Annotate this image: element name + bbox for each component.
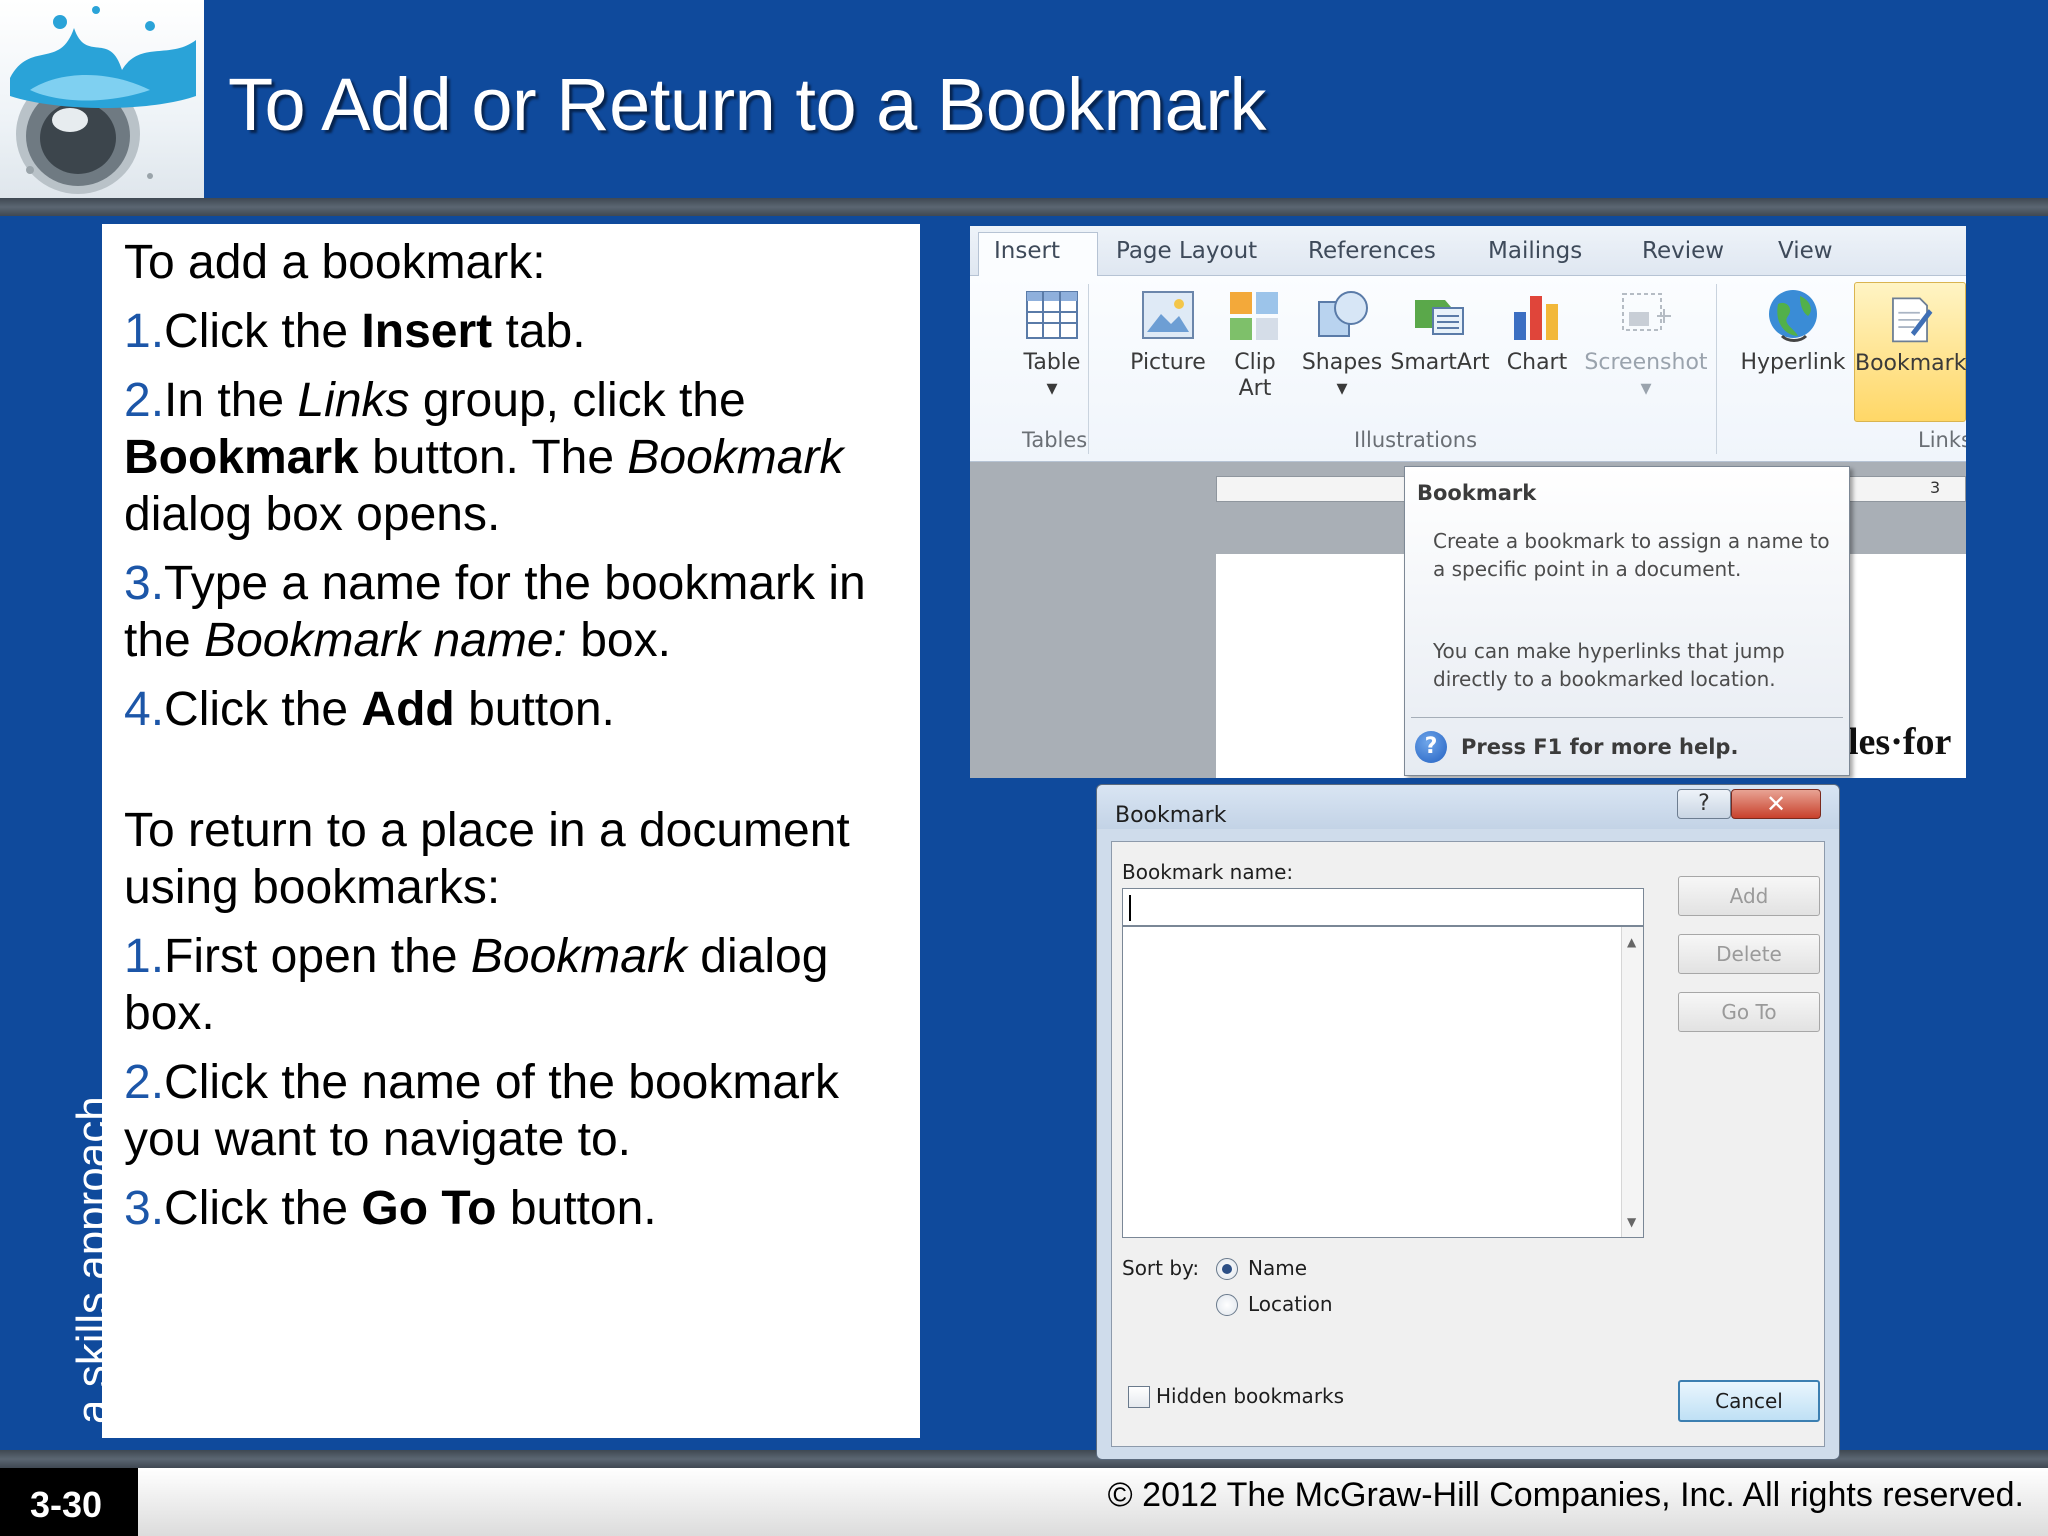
- chart-label: Chart: [1506, 350, 1568, 375]
- shapes-icon: [1318, 291, 1368, 337]
- sort-name-radio[interactable]: [1216, 1258, 1238, 1280]
- smartart-label: SmartArt: [1390, 350, 1490, 375]
- group-links: Links: [1918, 428, 1966, 452]
- bookmark-name-label: Bookmark name:: [1122, 860, 1294, 884]
- bookmark-list[interactable]: ▲ ▼: [1122, 926, 1644, 1238]
- goto-button[interactable]: Go To: [1678, 992, 1820, 1032]
- picture-icon: [1142, 291, 1194, 339]
- shapes-label: Shapes: [1301, 350, 1383, 375]
- tooltip-divider: [1411, 717, 1843, 718]
- dialog-help-button[interactable]: ?: [1677, 789, 1731, 819]
- add-heading: To add a bookmark:: [124, 236, 546, 289]
- smartart-icon: [1415, 300, 1464, 335]
- dialog-title: Bookmark: [1115, 803, 1227, 828]
- group-illustrations: Illustrations: [1354, 428, 1478, 452]
- sort-name-label[interactable]: Name: [1248, 1256, 1307, 1280]
- add-button[interactable]: Add: [1678, 876, 1820, 916]
- shapes-button[interactable]: Shapes ▾: [1300, 276, 1384, 402]
- picture-button[interactable]: Picture: [1120, 276, 1216, 376]
- return-step-1: 1.First open the Bookmark dialog box.: [124, 930, 829, 1040]
- tab-page-layout[interactable]: Page Layout: [1116, 238, 1257, 264]
- picture-label: Picture: [1130, 350, 1206, 375]
- tab-view[interactable]: View: [1778, 238, 1833, 264]
- text-caret: [1129, 895, 1131, 921]
- hidden-bookmarks-checkbox[interactable]: [1128, 1386, 1150, 1408]
- bookmark-label: Bookmark: [1855, 351, 1966, 376]
- tab-mailings[interactable]: Mailings: [1488, 238, 1582, 264]
- add-step-1: 1.Click the Insert tab.: [124, 305, 586, 358]
- bookmark-tooltip: Bookmark Create a bookmark to assign a n…: [1404, 466, 1850, 776]
- splash-icon: [10, 6, 196, 194]
- bookmark-list-scrollbar[interactable]: ▲ ▼: [1621, 927, 1643, 1237]
- clip-art-button[interactable]: Clip Art: [1220, 276, 1290, 402]
- tab-references[interactable]: References: [1308, 238, 1436, 264]
- clip-art-icon: [1230, 292, 1278, 340]
- bookmark-icon: [1892, 297, 1933, 343]
- ribbon-tab-bar: Insert Page Layout References Mailings R…: [970, 226, 1966, 278]
- help-icon: ?: [1415, 731, 1447, 763]
- return-step-2: 2.Click the name of the bookmark you wan…: [124, 1056, 840, 1166]
- add-step-2: 2.In the Links group, click the Bookmark…: [124, 374, 844, 541]
- slide-title: To Add or Return to a Bookmark: [228, 63, 1266, 146]
- title-divider: [0, 198, 2048, 216]
- tooltip-description-1: Create a bookmark to assign a name to a …: [1433, 529, 1830, 581]
- tooltip-description-2: You can make hyperlinks that jump direct…: [1433, 639, 1785, 691]
- table-icon: [1026, 291, 1078, 339]
- hyperlink-button[interactable]: Hyperlink: [1740, 276, 1846, 376]
- water-splash-logo: [0, 0, 204, 198]
- return-step-3: 3.Click the Go To button.: [124, 1182, 657, 1235]
- chart-icon: [1514, 296, 1558, 340]
- instructions-panel: To add a bookmark: 1.Click the Insert ta…: [102, 224, 920, 1438]
- scroll-down-icon[interactable]: ▼: [1627, 1215, 1636, 1229]
- ribbon-screenshot: Insert Page Layout References Mailings R…: [970, 226, 1966, 778]
- add-step-3: 3.Type a name for the bookmark in the Bo…: [124, 557, 866, 667]
- group-tables: Tables: [1022, 428, 1088, 452]
- screenshot-icon: [1622, 293, 1671, 331]
- tooltip-title: Bookmark: [1417, 481, 1537, 505]
- ruler-number: 3: [1930, 478, 1941, 497]
- bookmark-dialog: Bookmark ? ✕ Bookmark name: ▲ ▼ Add Dele…: [1096, 784, 1840, 1460]
- scroll-up-icon[interactable]: ▲: [1627, 935, 1636, 949]
- hyperlink-label: Hyperlink: [1740, 350, 1846, 375]
- bookmark-button[interactable]: Bookmark: [1854, 282, 1966, 422]
- tab-insert[interactable]: Insert: [994, 238, 1060, 264]
- dialog-close-button[interactable]: ✕: [1731, 789, 1821, 819]
- document-text: les·for: [1848, 721, 1952, 763]
- chart-button[interactable]: Chart: [1502, 276, 1572, 376]
- tooltip-help-text: Press F1 for more help.: [1461, 735, 1739, 759]
- return-heading: To return to a place in a document using…: [124, 804, 850, 914]
- copyright-notice: © 2012 The McGraw-Hill Companies, Inc. A…: [1107, 1476, 2024, 1514]
- delete-button[interactable]: Delete: [1678, 934, 1820, 974]
- clip-art-label-1: Clip: [1234, 350, 1276, 375]
- dialog-body: Bookmark name: ▲ ▼ Add Delete Go To Sort…: [1111, 841, 1825, 1447]
- sort-location-label[interactable]: Location: [1248, 1292, 1333, 1316]
- table-button[interactable]: Table ▾: [1014, 276, 1090, 402]
- table-label: Table: [1023, 350, 1081, 375]
- bookmark-name-input[interactable]: [1122, 888, 1644, 926]
- clip-art-label-2: Art: [1238, 376, 1272, 401]
- sort-location-radio[interactable]: [1216, 1294, 1238, 1316]
- slide-number: 3-30: [30, 1484, 103, 1525]
- cancel-button[interactable]: Cancel: [1678, 1380, 1820, 1422]
- hidden-bookmarks-label[interactable]: Hidden bookmarks: [1156, 1384, 1344, 1408]
- sort-by-label: Sort by:: [1122, 1256, 1200, 1280]
- screenshot-button[interactable]: Screenshot ▾: [1582, 276, 1710, 402]
- globe-icon: [1769, 290, 1817, 342]
- add-step-4: 4.Click the Add button.: [124, 683, 615, 736]
- smartart-button[interactable]: SmartArt: [1390, 276, 1490, 376]
- screenshot-label: Screenshot: [1584, 350, 1708, 375]
- tab-review[interactable]: Review: [1642, 238, 1724, 264]
- ribbon-body: Table ▾ Picture Clip Art Shapes ▾ SmartArt…: [970, 276, 1966, 462]
